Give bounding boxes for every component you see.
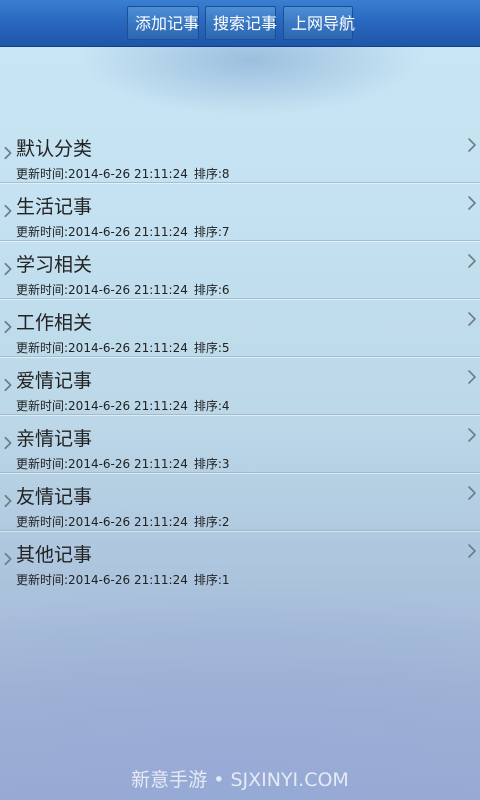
sort-value: 1 bbox=[221, 573, 230, 587]
category-title: 爱情记事 bbox=[16, 370, 93, 392]
updated-value: 2014-6-26 21:11:24 bbox=[68, 573, 188, 587]
chevron-right-icon bbox=[4, 378, 12, 392]
chevron-right-icon bbox=[468, 312, 476, 326]
category-title: 生活记事 bbox=[16, 196, 93, 218]
updated-label: 更新时间: bbox=[16, 573, 69, 587]
top-toolbar: 添加记事 搜索记事 上网导航 bbox=[0, 0, 480, 47]
search-notes-button[interactable]: 搜索记事 bbox=[205, 6, 277, 40]
category-row[interactable]: 生活记事更新时间:2014-6-26 21:11:24 排序:7 bbox=[0, 183, 480, 241]
chevron-right-icon bbox=[4, 494, 12, 508]
updated-label: 更新时间: bbox=[16, 225, 69, 239]
category-title: 默认分类 bbox=[16, 138, 93, 160]
category-meta: 更新时间:2014-6-26 21:11:24 排序:6 bbox=[16, 281, 230, 298]
category-row[interactable]: 亲情记事更新时间:2014-6-26 21:11:24 排序:3 bbox=[0, 415, 480, 473]
chevron-right-icon bbox=[4, 436, 12, 450]
updated-value: 2014-6-26 21:11:24 bbox=[68, 225, 188, 239]
updated-value: 2014-6-26 21:11:24 bbox=[68, 457, 188, 471]
chevron-right-icon bbox=[4, 146, 12, 160]
updated-label: 更新时间: bbox=[16, 457, 69, 471]
category-row[interactable]: 友情记事更新时间:2014-6-26 21:11:24 排序:2 bbox=[0, 473, 480, 531]
category-meta: 更新时间:2014-6-26 21:11:24 排序:8 bbox=[16, 165, 230, 182]
category-title: 亲情记事 bbox=[16, 428, 93, 450]
updated-label: 更新时间: bbox=[16, 341, 69, 355]
sort-label: 排序: bbox=[193, 341, 222, 355]
category-meta: 更新时间:2014-6-26 21:11:24 排序:5 bbox=[16, 339, 230, 356]
category-title: 工作相关 bbox=[16, 312, 93, 334]
sort-value: 3 bbox=[221, 457, 230, 471]
chevron-right-icon bbox=[468, 138, 476, 152]
sort-label: 排序: bbox=[193, 573, 222, 587]
web-navigation-button[interactable]: 上网导航 bbox=[283, 6, 355, 40]
category-meta: 更新时间:2014-6-26 21:11:24 排序:2 bbox=[16, 513, 230, 530]
category-list: 默认分类 更新时间:2014-6-26 21:11:24 排序:8 生活记事 更新时间:… bbox=[0, 125, 480, 588]
category-title: 其他记事 bbox=[16, 544, 93, 566]
sort-value: 2 bbox=[221, 515, 230, 529]
updated-label: 更新时间: bbox=[16, 283, 69, 297]
sort-value: 5 bbox=[221, 341, 230, 355]
category-meta: 更新时间:2014-6-26 21:11:24 排序:1 bbox=[16, 571, 230, 588]
category-row[interactable]: 工作相关更新时间:2014-6-26 21:11:24 排序:5 bbox=[0, 299, 480, 357]
sort-label: 排序: bbox=[193, 283, 222, 297]
category-row[interactable]: 学习相关更新时间:2014-6-26 21:11:24 排序:6 bbox=[0, 241, 480, 299]
add-note-button[interactable]: 添加记事 bbox=[127, 6, 199, 40]
chevron-right-icon bbox=[468, 370, 476, 384]
sort-label: 排序: bbox=[193, 167, 222, 181]
category-row[interactable]: 爱情记事更新时间:2014-6-26 21:11:24 排序:4 bbox=[0, 357, 480, 415]
chevron-right-icon bbox=[468, 486, 476, 500]
category-meta: 更新时间:2014-6-26 21:11:24 排序:7 bbox=[16, 223, 230, 240]
category-row[interactable]: 其他记事更新时间:2014-6-26 21:11:24 排序:1 bbox=[0, 531, 480, 588]
sort-label: 排序: bbox=[193, 515, 222, 529]
updated-value: 2014-6-26 21:11:24 bbox=[68, 399, 188, 413]
updated-value: 2014-6-26 21:11:24 bbox=[68, 341, 188, 355]
chevron-right-icon bbox=[4, 204, 12, 218]
sort-value: 8 bbox=[221, 167, 230, 181]
sort-value: 7 bbox=[221, 225, 230, 239]
updated-label: 更新时间: bbox=[16, 399, 69, 413]
category-title: 友情记事 bbox=[16, 486, 93, 508]
sort-value: 4 bbox=[221, 399, 230, 413]
chevron-right-icon bbox=[468, 544, 476, 558]
chevron-right-icon bbox=[4, 262, 12, 276]
updated-label: 更新时间: bbox=[16, 515, 69, 529]
updated-value: 2014-6-26 21:11:24 bbox=[68, 283, 188, 297]
category-title: 学习相关 bbox=[16, 254, 93, 276]
chevron-right-icon bbox=[468, 254, 476, 268]
sort-label: 排序: bbox=[193, 399, 222, 413]
category-meta: 更新时间:2014-6-26 21:11:24 排序:4 bbox=[16, 397, 230, 414]
chevron-right-icon bbox=[4, 320, 12, 334]
chevron-right-icon bbox=[468, 428, 476, 442]
chevron-right-icon bbox=[468, 196, 476, 210]
chevron-right-icon bbox=[4, 552, 12, 566]
sort-value: 6 bbox=[221, 283, 230, 297]
updated-value: 2014-6-26 21:11:24 bbox=[68, 167, 188, 181]
updated-label: 更新时间: bbox=[16, 167, 69, 181]
watermark: 新意手游 • SJXINYI.COM bbox=[131, 769, 349, 791]
category-row[interactable]: 默认分类更新时间:2014-6-26 21:11:24 排序:8 bbox=[0, 125, 480, 183]
updated-value: 2014-6-26 21:11:24 bbox=[68, 515, 188, 529]
sort-label: 排序: bbox=[193, 225, 222, 239]
category-meta: 更新时间:2014-6-26 21:11:24 排序:3 bbox=[16, 455, 230, 472]
sort-label: 排序: bbox=[193, 457, 222, 471]
